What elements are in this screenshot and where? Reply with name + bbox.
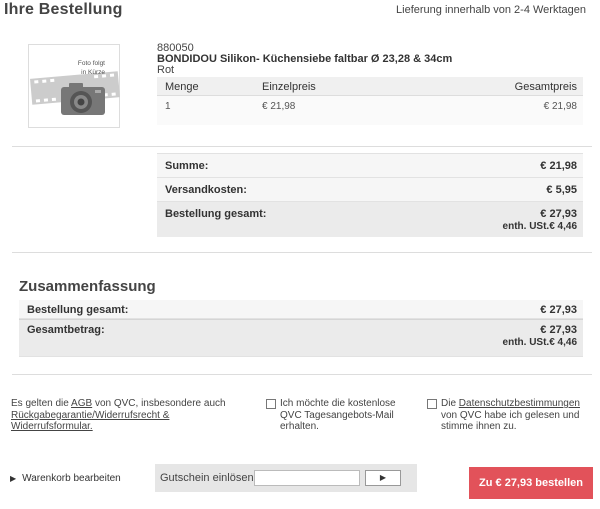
summary-title: Zusammenfassung: [19, 278, 156, 295]
vat-value: enth. USt.€ 4,46: [502, 221, 577, 232]
shipping-value: € 5,95: [546, 184, 577, 196]
column-header-total-price: Gesamtpreis: [514, 81, 577, 93]
divider: [12, 374, 592, 375]
order-total-value: € 27,93: [540, 208, 577, 220]
divider: [12, 252, 592, 253]
coupon-label: Gutschein einlösen: [160, 472, 254, 484]
order-totals: Summe: € 21,98 Versandkosten: € 5,95 Bes…: [157, 153, 583, 237]
sum-label: Summe:: [165, 160, 209, 172]
sum-row: Summe: € 21,98: [157, 153, 583, 177]
sum-value: € 21,98: [540, 160, 577, 172]
total-price-value: € 21,98: [543, 101, 577, 112]
quantity-value: 1: [165, 101, 171, 112]
returns-link[interactable]: Rückgabegarantie/Widerrufsrecht & Widerr…: [11, 410, 169, 433]
unit-price-value: € 21,98: [262, 101, 296, 112]
coupon-submit-button[interactable]: ▶: [365, 470, 401, 486]
summary-order-total-label: Bestellung gesamt:: [27, 304, 129, 316]
product-image-placeholder: Foto folgt in Kürze: [28, 44, 120, 128]
summary-vat-value: enth. USt.€ 4,46: [502, 337, 577, 348]
summary-order-total-row: Bestellung gesamt: € 27,93: [19, 300, 583, 319]
grand-total-label: Gesamtbetrag:: [27, 324, 105, 336]
place-order-button[interactable]: Zu € 27,93 bestellen: [469, 467, 593, 499]
delivery-info: Lieferung innerhalb von 2-4 Werktagen: [396, 4, 586, 16]
image-placeholder-text: Foto folgt in Kürze: [77, 60, 105, 76]
summary-order-total-value: € 27,93: [540, 304, 577, 316]
camera-icon: [30, 71, 120, 115]
page-title: Ihre Bestellung: [4, 1, 123, 18]
grand-total-value: € 27,93: [540, 324, 577, 336]
product-line: Foto folgt in Kürze 880050 BONDIDOU Sili…: [0, 38, 600, 133]
terms-link[interactable]: AGB: [71, 398, 92, 409]
grand-total-row: Gesamtbetrag: € 27,93 enth. USt.€ 4,46: [19, 319, 583, 357]
triangle-right-icon: ▶: [10, 474, 17, 483]
order-total-label: Bestellung gesamt:: [165, 208, 267, 220]
coupon-box: Gutschein einlösen ▶: [155, 464, 417, 492]
column-header-unit-price: Einzelpreis: [262, 81, 316, 93]
order-header: Ihre Bestellung Lieferung innerhalb von …: [0, 0, 600, 22]
shipping-label: Versandkosten:: [165, 184, 247, 196]
privacy-link[interactable]: Datenschutzbestimmungen: [459, 398, 580, 409]
edit-cart-link[interactable]: ▶ Warenkorb bearbeiten: [10, 473, 121, 484]
order-total-row: Bestellung gesamt: € 27,93 enth. USt.€ 4…: [157, 201, 583, 237]
shipping-row: Versandkosten: € 5,95: [157, 177, 583, 201]
checkout-footer: ▶ Warenkorb bearbeiten Gutschein einlösen…: [0, 464, 600, 499]
column-header-quantity: Menge: [165, 81, 199, 93]
product-name: BONDIDOU Silikon- Küchensiebe faltbar Ø …: [157, 53, 453, 65]
newsletter-checkbox[interactable]: [266, 399, 276, 409]
divider: [12, 146, 592, 147]
privacy-checkbox[interactable]: [427, 399, 437, 409]
summary-table: Bestellung gesamt: € 27,93 Gesamtbetrag:…: [19, 300, 583, 357]
coupon-input[interactable]: [254, 470, 360, 486]
table-row: 1 € 21,98 € 21,98: [157, 96, 583, 125]
privacy-notice: Die Datenschutzbestimmungen von QVC habe…: [441, 398, 580, 432]
table-header: Menge Einzelpreis Gesamtpreis: [157, 77, 583, 96]
newsletter-label: Ich möchte die kostenlose QVC Tagesangeb…: [280, 398, 396, 432]
product-price-table: Menge Einzelpreis Gesamtpreis 1 € 21,98 …: [157, 77, 583, 125]
product-color: Rot: [157, 64, 175, 76]
terms-notice: Es gelten die AGB von QVC, insbesondere …: [11, 398, 226, 433]
